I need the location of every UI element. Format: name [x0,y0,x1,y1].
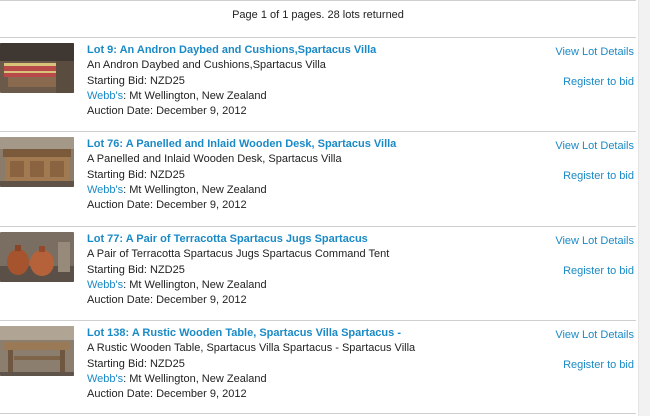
location-text: : Mt Wellington, New Zealand [123,373,267,385]
lot-auction-date: Auction Date: December 9, 2012 [87,199,247,211]
view-lot-details-link[interactable]: View Lot Details [555,46,634,58]
view-lot-details-link[interactable]: View Lot Details [555,140,634,152]
register-to-bid-link[interactable]: Register to bid [563,76,634,88]
bottom-divider [0,413,636,414]
lot-title-link[interactable]: Lot 9: An Andron Daybed and Cushions,Spa… [87,44,376,56]
register-to-bid-link[interactable]: Register to bid [563,359,634,371]
lot-description: A Pair of Terracotta Spartacus Jugs Spar… [87,248,390,260]
view-lot-details-link[interactable]: View Lot Details [555,329,634,341]
register-to-bid-link[interactable]: Register to bid [563,265,634,277]
lot-thumbnail-image[interactable] [0,43,74,93]
lot-starting-bid: Starting Bid: NZD25 [87,75,185,87]
lot-title-link[interactable]: Lot 76: A Panelled and Inlaid Wooden Des… [87,138,396,150]
lot-location: Webb's: Mt Wellington, New Zealand [87,184,267,196]
lot-starting-bid: Starting Bid: NZD25 [87,358,185,370]
lot-thumbnail-image[interactable] [0,232,74,282]
lot-thumbnail-image[interactable] [0,137,74,187]
auctioneer-link[interactable]: Webb's [87,373,123,385]
lot-starting-bid: Starting Bid: NZD25 [87,264,185,276]
lot-title-link[interactable]: Lot 77: A Pair of Terracotta Spartacus J… [87,233,368,245]
lot-location: Webb's: Mt Wellington, New Zealand [87,90,267,102]
location-text: : Mt Wellington, New Zealand [123,90,267,102]
lot-auction-date: Auction Date: December 9, 2012 [87,294,247,306]
view-lot-details-link[interactable]: View Lot Details [555,235,634,247]
lot-description: A Panelled and Inlaid Wooden Desk, Spart… [87,153,342,165]
vertical-scrollbar[interactable] [638,0,650,416]
lot-starting-bid: Starting Bid: NZD25 [87,169,185,181]
auctioneer-link[interactable]: Webb's [87,279,123,291]
auctioneer-link[interactable]: Webb's [87,184,123,196]
lot-item: Lot 9: An Andron Daybed and Cushions,Spa… [0,37,636,132]
lot-description: An Andron Daybed and Cushions,Spartacus … [87,59,326,71]
lot-auction-date: Auction Date: December 9, 2012 [87,105,247,117]
lot-location: Webb's: Mt Wellington, New Zealand [87,373,267,385]
pagination-summary: Page 1 of 1 pages. 28 lots returned [232,9,404,21]
lot-title-link[interactable]: Lot 138: A Rustic Wooden Table, Spartacu… [87,327,401,339]
lot-item: Lot 138: A Rustic Wooden Table, Spartacu… [0,320,636,415]
location-text: : Mt Wellington, New Zealand [123,184,267,196]
auctioneer-link[interactable]: Webb's [87,90,123,102]
lot-location: Webb's: Mt Wellington, New Zealand [87,279,267,291]
lot-item: Lot 77: A Pair of Terracotta Spartacus J… [0,226,636,321]
register-to-bid-link[interactable]: Register to bid [563,170,634,182]
lot-auction-date: Auction Date: December 9, 2012 [87,388,247,400]
location-text: : Mt Wellington, New Zealand [123,279,267,291]
top-divider [0,0,636,1]
lot-description: A Rustic Wooden Table, Spartacus Villa S… [87,342,416,354]
lot-thumbnail-image[interactable] [0,326,74,376]
lot-item: Lot 76: A Panelled and Inlaid Wooden Des… [0,131,636,226]
